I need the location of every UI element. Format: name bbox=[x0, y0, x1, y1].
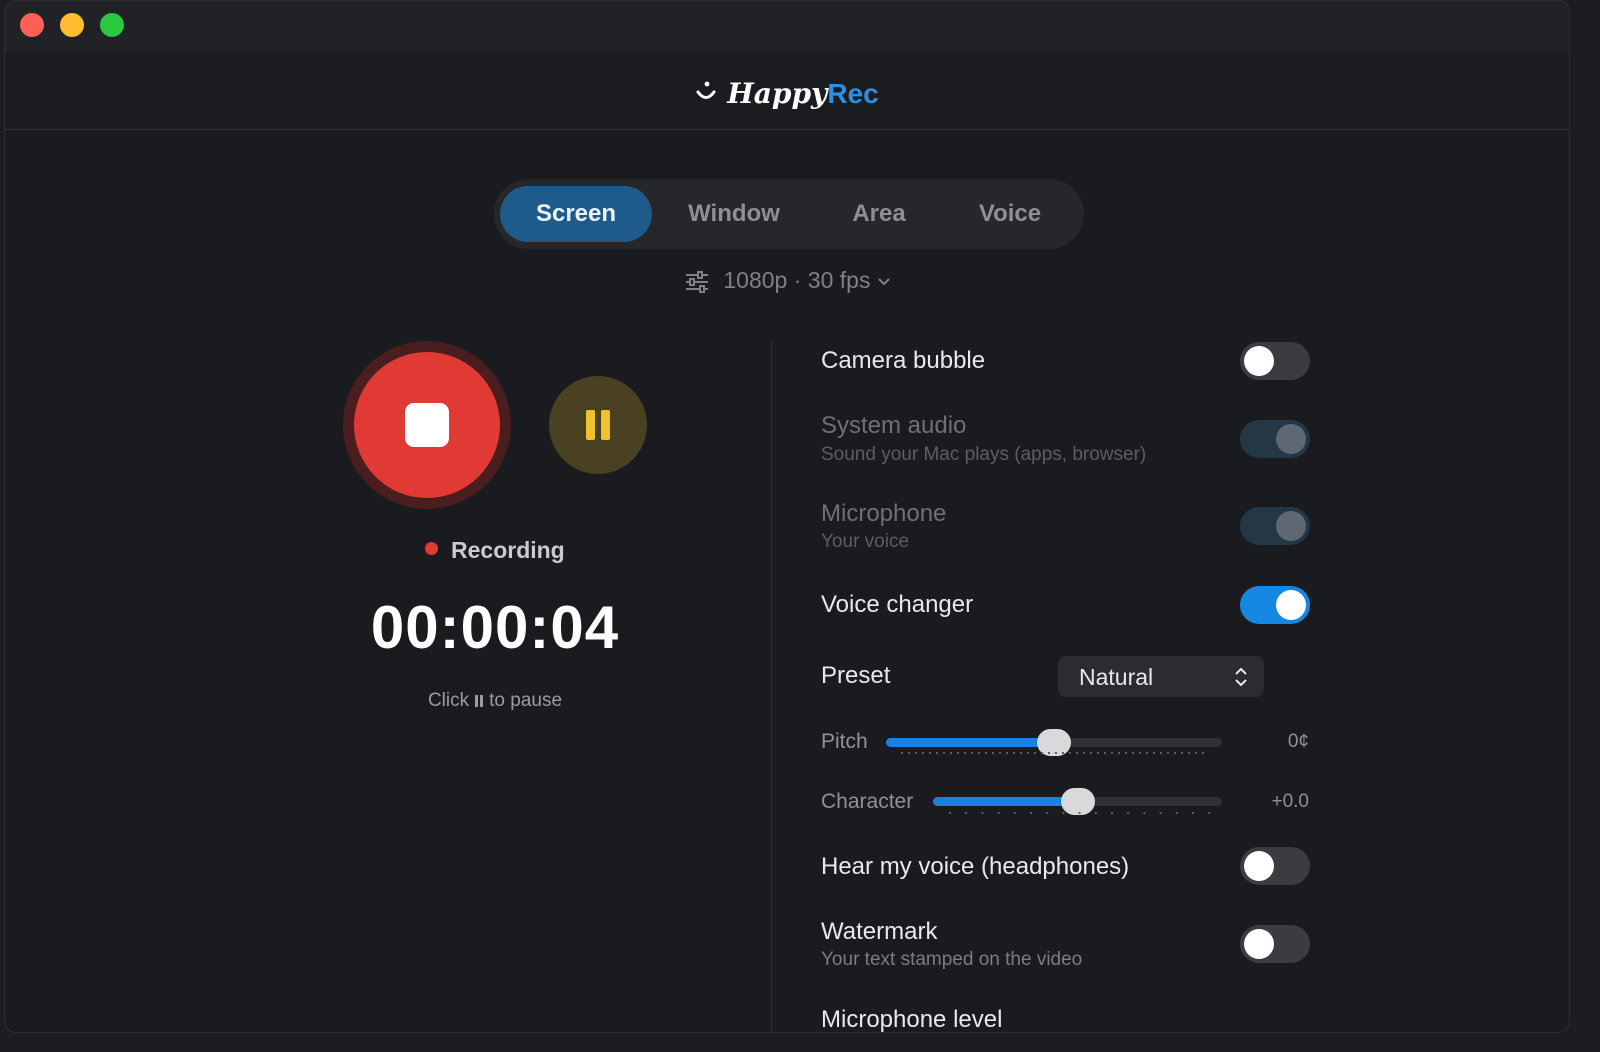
preset-label: Preset bbox=[821, 662, 891, 689]
recording-status-label: Recording bbox=[451, 537, 565, 563]
pitch-label: Pitch bbox=[821, 730, 868, 753]
watermark-toggle[interactable] bbox=[1240, 925, 1310, 963]
microphone-label: Microphone bbox=[821, 500, 947, 527]
character-slider[interactable] bbox=[933, 788, 1222, 815]
tab-area[interactable]: Area bbox=[824, 186, 934, 242]
pause-hint-before: Click bbox=[427, 690, 470, 711]
system-audio-label: System audio bbox=[821, 412, 967, 439]
stop-recording-button[interactable] bbox=[354, 352, 500, 498]
recording-dot-icon bbox=[425, 542, 438, 556]
character-label: Character bbox=[821, 790, 914, 813]
camera-bubble-label: Camera bubble bbox=[821, 347, 986, 374]
brand-happy: Happy bbox=[727, 77, 828, 110]
tab-window[interactable]: Window bbox=[662, 186, 806, 242]
tab-screen[interactable]: Screen bbox=[500, 186, 652, 242]
camera-bubble-toggle[interactable] bbox=[1240, 342, 1310, 380]
preset-select[interactable]: Natural bbox=[1058, 656, 1264, 697]
microphone-toggle[interactable] bbox=[1240, 507, 1310, 545]
pause-recording-button[interactable] bbox=[549, 376, 647, 474]
app-header: HappyRec bbox=[5, 53, 1569, 130]
zoom-window-button[interactable] bbox=[100, 13, 124, 37]
capture-mode-tabs: Screen Window Area Voice bbox=[494, 179, 1084, 249]
smiley-icon bbox=[695, 80, 717, 112]
stop-icon bbox=[405, 403, 449, 447]
pause-hint-after: to pause bbox=[489, 690, 563, 711]
character-slider-thumb[interactable] bbox=[1060, 788, 1095, 815]
preset-value: Natural bbox=[1079, 664, 1154, 690]
watermark-label: Watermark bbox=[821, 918, 938, 945]
pause-icon-bar bbox=[601, 410, 610, 440]
voice-changer-toggle[interactable] bbox=[1240, 586, 1310, 624]
app-logo: HappyRec bbox=[5, 77, 1569, 112]
up-down-chevron-icon bbox=[1234, 666, 1248, 693]
pitch-value: 0¢ bbox=[1287, 731, 1309, 752]
recording-status: Recording bbox=[425, 537, 565, 564]
system-audio-subtitle: Sound your Mac plays (apps, browser) bbox=[821, 444, 1147, 465]
microphone-level-label: Microphone level bbox=[821, 1006, 1003, 1033]
small-pause-icon bbox=[474, 695, 484, 707]
character-value: +0.0 bbox=[1271, 791, 1309, 812]
chevron-down-icon bbox=[877, 267, 899, 293]
character-slider-fill bbox=[933, 797, 1078, 806]
pitch-slider-fill bbox=[886, 738, 1054, 747]
recording-timer: 00:00:04 bbox=[370, 594, 620, 661]
system-audio-toggle[interactable] bbox=[1240, 420, 1310, 458]
voice-changer-label: Voice changer bbox=[821, 591, 974, 618]
app-window: HappyRec Screen Window Area Voice 1080p … bbox=[4, 0, 1570, 1033]
character-ticks bbox=[949, 812, 1211, 814]
tab-voice[interactable]: Voice bbox=[950, 186, 1070, 242]
watermark-subtitle: Your text stamped on the video bbox=[821, 949, 1083, 970]
pause-hint: Click to pause bbox=[295, 690, 695, 712]
sliders-icon bbox=[685, 267, 723, 293]
quality-selector[interactable]: 1080p · 30 fps bbox=[685, 265, 899, 295]
pitch-ticks bbox=[901, 752, 1207, 754]
pitch-slider[interactable] bbox=[886, 729, 1222, 756]
title-bar bbox=[5, 1, 1569, 53]
close-window-button[interactable] bbox=[20, 13, 44, 37]
panel-divider bbox=[771, 341, 772, 1032]
brand-rec: Rec bbox=[827, 78, 879, 109]
pause-icon bbox=[586, 410, 595, 440]
microphone-subtitle: Your voice bbox=[821, 531, 910, 552]
hear-voice-toggle[interactable] bbox=[1240, 847, 1310, 885]
quality-label: 1080p · 30 fps bbox=[723, 267, 871, 293]
hear-voice-label: Hear my voice (headphones) bbox=[821, 853, 1130, 880]
minimize-window-button[interactable] bbox=[60, 13, 84, 37]
